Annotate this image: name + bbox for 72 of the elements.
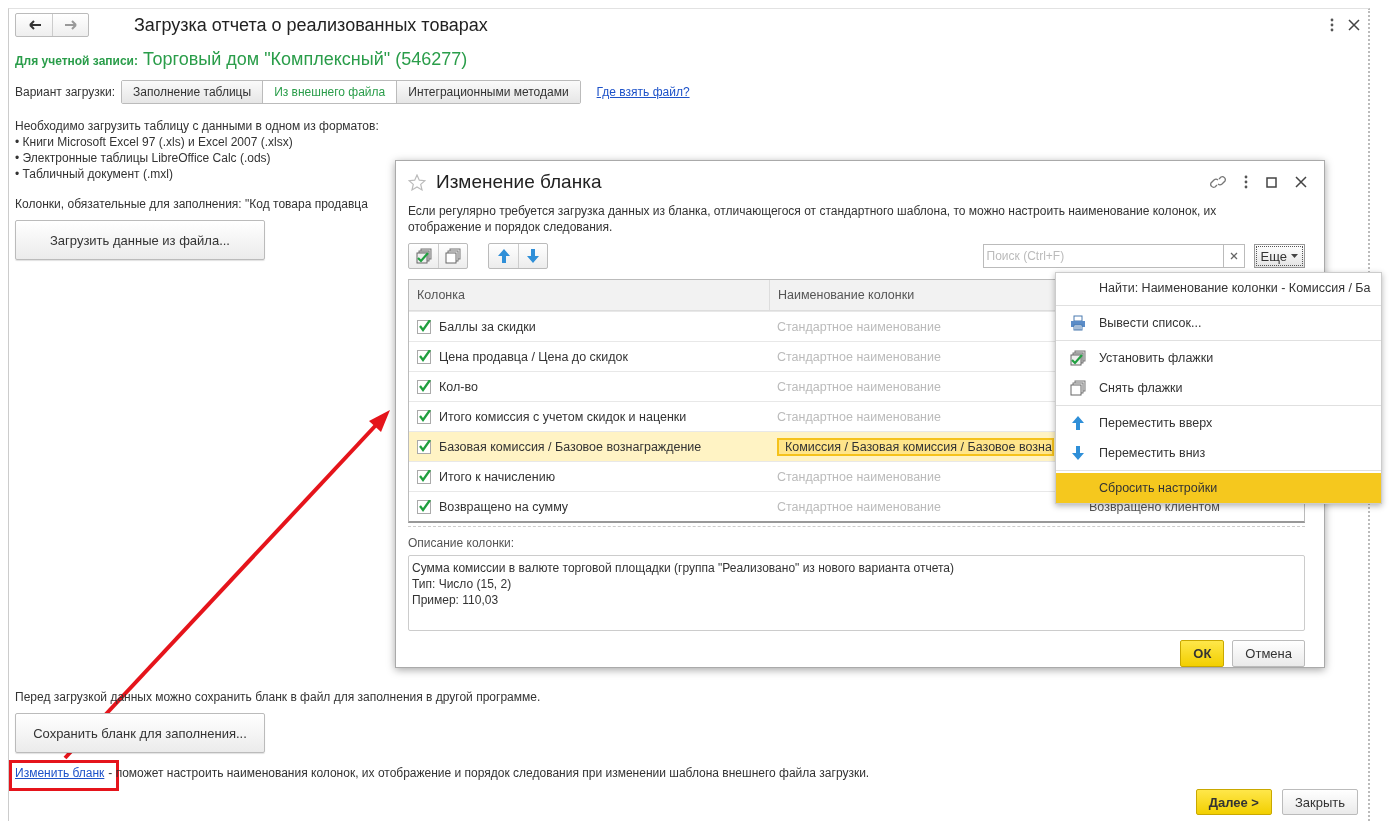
printer-icon	[1070, 315, 1086, 331]
dialog-description: Если регулярно требуется загрузка данных из бланка, отличающегося от стандартного шаблона, то можно настроить наименование колонок, их отображение и порядок следования.	[408, 203, 1218, 236]
cancel-button[interactable]: Отмена	[1232, 640, 1305, 667]
more-button[interactable]: Еще	[1253, 244, 1305, 269]
table-cell: Стандартное наименование	[777, 349, 941, 364]
close-icon[interactable]	[1348, 19, 1360, 31]
table-cell: Комиссия / Базовая комиссия / Базовое возна	[777, 437, 1054, 456]
edit-template-link[interactable]: Изменить бланк	[15, 765, 105, 781]
maximize-icon[interactable]	[1266, 176, 1277, 188]
window-title: Загрузка отчета о реализованных товарах	[134, 14, 488, 36]
table-cell: Базовая комиссия / Базовое вознаграждение	[439, 439, 702, 454]
close-button[interactable]: Закрыть	[1281, 789, 1358, 815]
star-icon[interactable]	[408, 173, 426, 191]
formats-intro: Необходимо загрузить таблицу с данными в одном из форматов:	[15, 118, 379, 134]
table-cell: Итого к начислению	[439, 469, 555, 484]
table-cell: Стандартное наименование	[777, 469, 941, 484]
description-line: Тип: Число (15, 2)	[412, 576, 513, 593]
help-link[interactable]: Где взять файл?	[596, 85, 690, 99]
link-icon[interactable]	[1210, 174, 1226, 190]
up-arrow-icon	[1070, 415, 1086, 431]
format-item: • Книги Microsoft Excel 97 (.xls) и Excel 2007 (.xlsx)	[15, 134, 293, 150]
account-label: Для учетной записи:	[15, 54, 138, 68]
description-label: Описание колонки:	[408, 536, 516, 551]
table-cell: Баллы за скидки	[439, 319, 536, 334]
stacked-squares-icon	[1070, 380, 1086, 396]
table-cell: Возвращено на сумму	[439, 499, 569, 514]
checkbox[interactable]	[417, 439, 431, 454]
checkbox[interactable]	[417, 319, 431, 334]
variant-tab[interactable]: Интеграционными методами	[396, 81, 580, 103]
checkbox[interactable]	[417, 499, 431, 514]
forward-icon	[63, 18, 78, 32]
ok-button[interactable]: ОК	[1180, 640, 1225, 667]
format-item: • Электронные таблицы LibreOffice Calc (.ods)	[15, 150, 271, 166]
down-arrow-icon	[1070, 445, 1086, 461]
column-header: Колонка	[416, 287, 466, 305]
search-field[interactable]: Поиск (Ctrl+F)	[982, 244, 1223, 269]
table-cell: Стандартное наименование	[777, 409, 941, 424]
variant-label: Вариант загрузки:	[15, 85, 116, 99]
table-cell: Кол-во	[439, 379, 478, 394]
down-arrow-icon	[525, 248, 541, 265]
checkboxes-icon	[1070, 350, 1086, 366]
checkboxes-icon	[415, 248, 432, 265]
table-cell: Цена продавца / Цена до скидок	[439, 349, 628, 364]
checkbox[interactable]	[417, 379, 431, 394]
load-file-button[interactable]: Загрузить данные из файла...	[15, 220, 265, 260]
table-cell: Стандартное наименование	[777, 499, 941, 514]
close-icon[interactable]	[1295, 176, 1307, 188]
menu-icon[interactable]	[1330, 18, 1334, 32]
checkbox[interactable]	[417, 469, 431, 484]
caret-icon	[1291, 254, 1298, 259]
menu-item[interactable]: Вывести список...	[1056, 308, 1381, 338]
save-template-button[interactable]: Сохранить бланк для заполнения...	[15, 713, 265, 753]
checkbox[interactable]	[417, 349, 431, 364]
table-cell: Стандартное наименование	[777, 319, 941, 334]
next-button[interactable]: Далее >	[1195, 789, 1272, 815]
table-cell: Стандартное наименование	[777, 379, 941, 394]
clear-button[interactable]	[1222, 244, 1245, 269]
description-line: Пример: 110,03	[412, 592, 500, 609]
close-icon	[1229, 252, 1238, 261]
description-line: Сумма комиссии в валюте торговой площадки (группа "Реализовано" из нового варианта отчета)	[412, 560, 955, 577]
account-name: Торговый дом "Комплексный" (546277)	[143, 49, 468, 70]
format-item: • Табличный документ (.mxl)	[15, 166, 173, 182]
back-icon	[26, 18, 42, 32]
menu-icon[interactable]	[1244, 175, 1248, 189]
dialog-title: Изменение бланка	[436, 171, 602, 193]
variant-tab[interactable]: Заполнение таблицы	[122, 81, 263, 103]
table-cell: Итого комиссия с учетом скидок и наценки	[439, 409, 687, 424]
checkbox[interactable]	[417, 409, 431, 424]
menu-item[interactable]: Сбросить настройки	[1056, 473, 1381, 503]
up-arrow-icon	[495, 248, 512, 265]
stacked-squares-icon	[445, 248, 461, 265]
required-columns-text: Колонки, обязательные для заполнения: "Код товара продавца	[15, 196, 368, 212]
